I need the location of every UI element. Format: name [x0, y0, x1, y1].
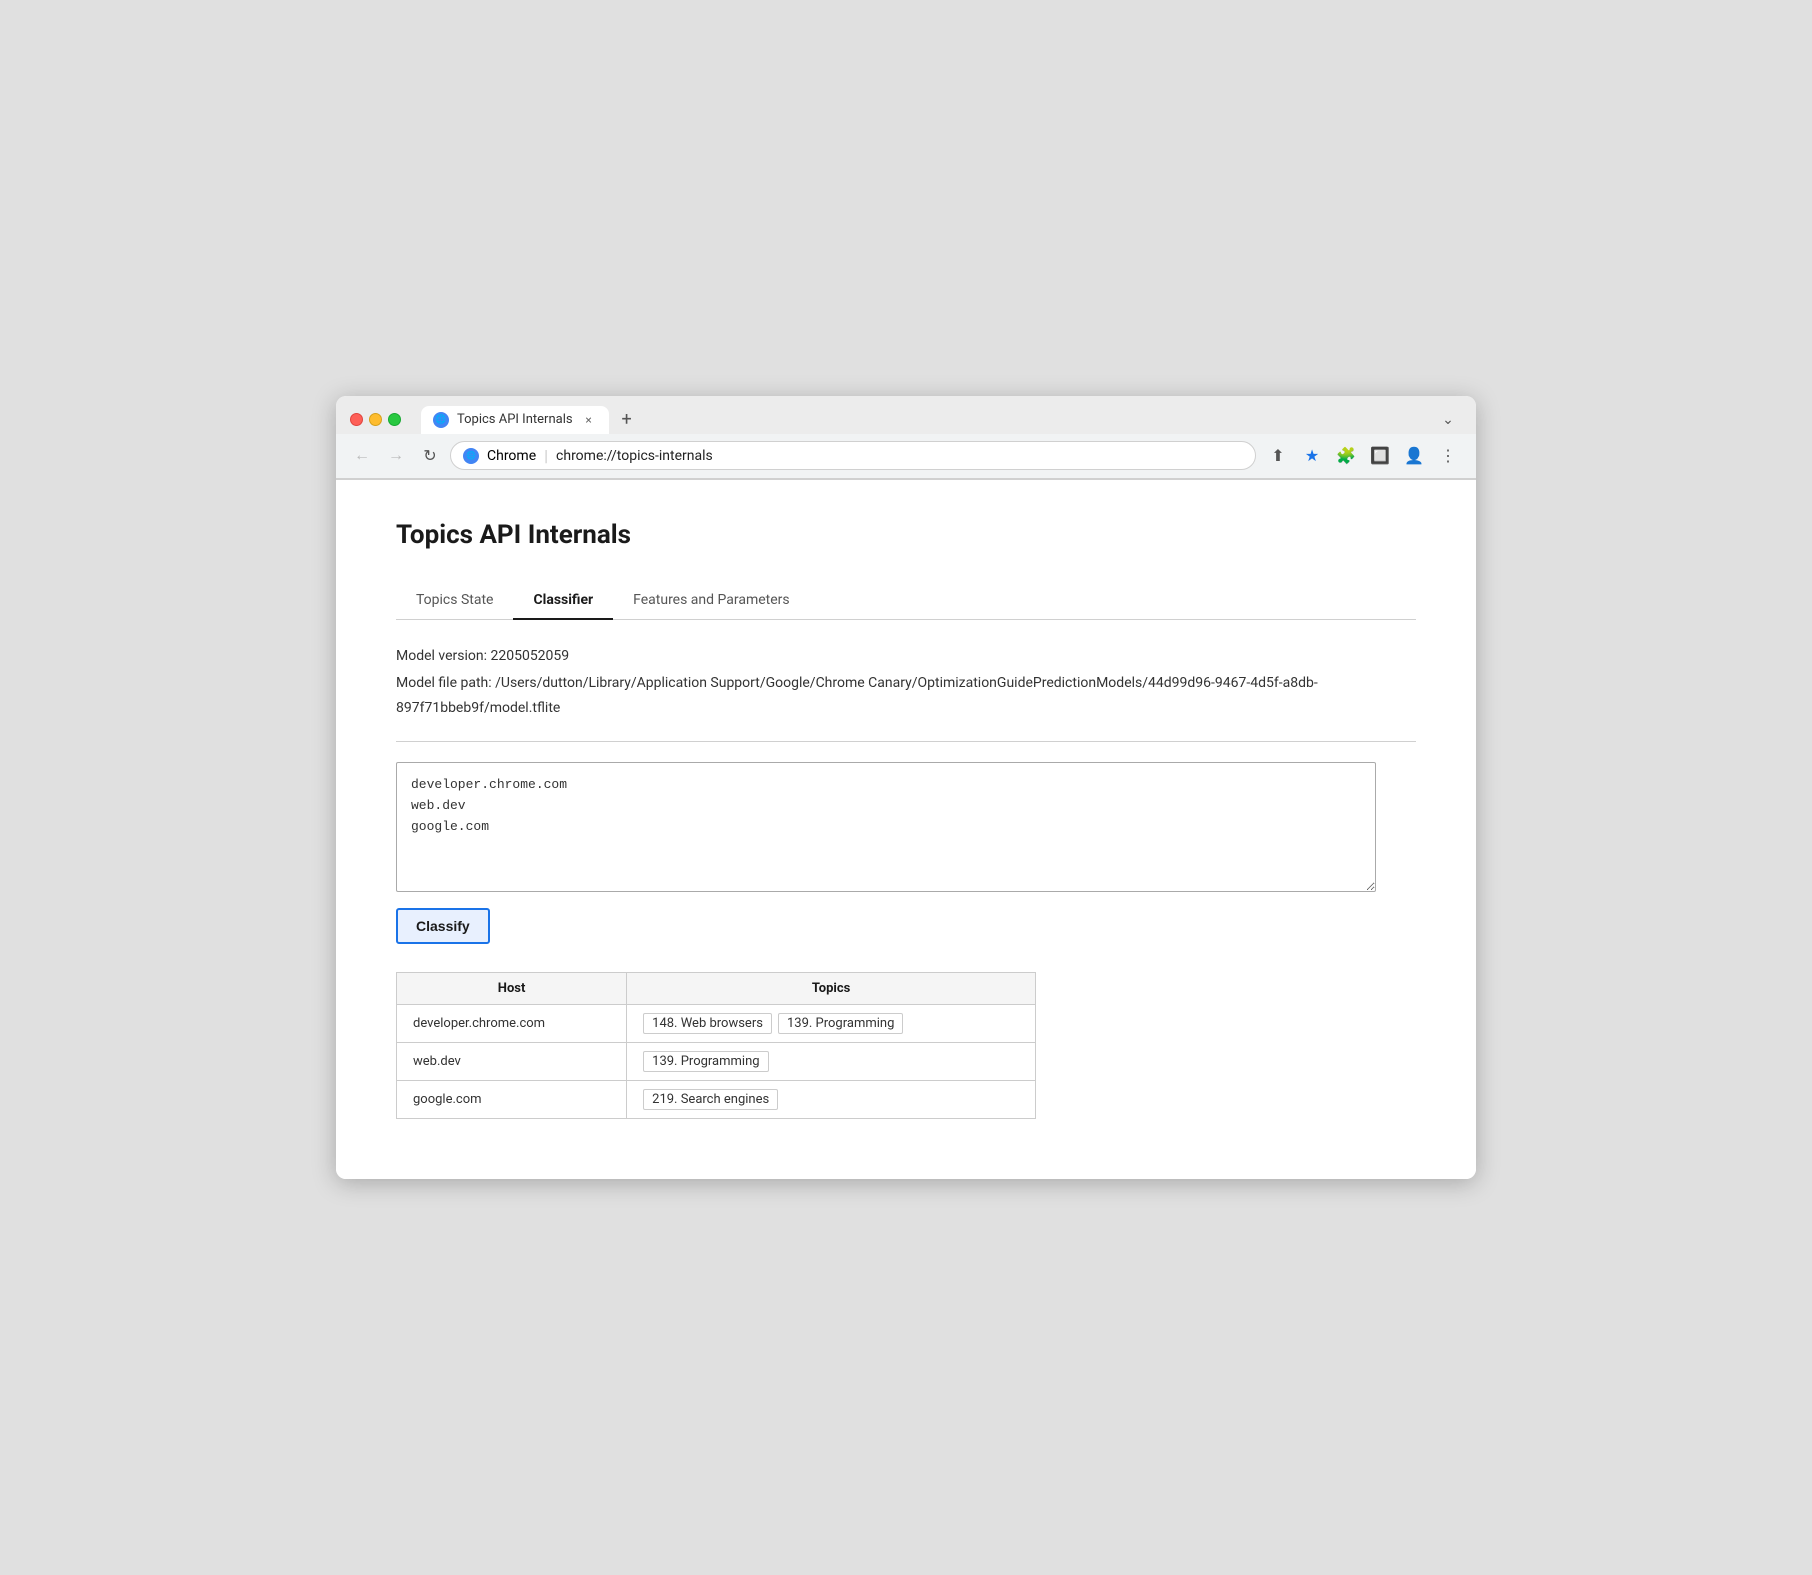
- topics-cell: 148. Web browsers 139. Programming: [643, 1013, 1019, 1034]
- tabs-container: Topics State Classifier Features and Par…: [396, 582, 1416, 620]
- tab-topics-state-label: Topics State: [416, 592, 493, 608]
- more-menu-button[interactable]: ⋮: [1432, 440, 1464, 472]
- back-button[interactable]: ←: [348, 442, 376, 470]
- title-bar: 🌐 Topics API Internals × + ⌄ ← → ↻ 🌐 Chr: [336, 396, 1476, 480]
- extensions-button[interactable]: 🧩: [1330, 440, 1362, 472]
- maximize-window-button[interactable]: [388, 413, 401, 426]
- tab-dropdown-button[interactable]: ⌄: [1434, 406, 1462, 434]
- tab-bar: 🌐 Topics API Internals × + ⌄: [421, 406, 1462, 434]
- classify-button[interactable]: Classify: [396, 908, 490, 944]
- topics-header: Topics: [627, 973, 1036, 1005]
- topics-cell: 219. Search engines: [643, 1089, 1019, 1110]
- toolbar-actions: ⬆ ★ 🧩 🔲 👤 ⋮: [1262, 440, 1464, 472]
- reload-button[interactable]: ↻: [416, 442, 444, 470]
- tab-features-params[interactable]: Features and Parameters: [613, 582, 810, 620]
- tab-topics-state[interactable]: Topics State: [396, 582, 513, 620]
- tab-classifier[interactable]: Classifier: [513, 582, 613, 620]
- table-row: google.com 219. Search engines: [397, 1081, 1036, 1119]
- table-cell-host: developer.chrome.com: [397, 1005, 627, 1043]
- table-cell-topics: 148. Web browsers 139. Programming: [627, 1005, 1036, 1043]
- table-cell-topics: 219. Search engines: [627, 1081, 1036, 1119]
- browser-window: 🌐 Topics API Internals × + ⌄ ← → ↻ 🌐 Chr: [336, 396, 1476, 1180]
- table-cell-host: web.dev: [397, 1043, 627, 1081]
- extensions-icon: 🧩: [1336, 446, 1356, 465]
- bookmark-icon: ★: [1305, 446, 1319, 465]
- cast-icon: 🔲: [1370, 446, 1390, 465]
- topic-badge: 219. Search engines: [643, 1089, 778, 1110]
- topic-badge: 139. Programming: [643, 1051, 768, 1072]
- address-chrome-label: Chrome: [487, 448, 536, 464]
- bookmark-button[interactable]: ★: [1296, 440, 1328, 472]
- classify-textarea[interactable]: developer.chrome.com web.dev google.com: [396, 762, 1376, 892]
- forward-icon: →: [388, 447, 404, 465]
- profile-icon: 👤: [1404, 446, 1424, 465]
- new-tab-button[interactable]: +: [613, 406, 641, 434]
- traffic-lights: [350, 413, 401, 426]
- address-bar[interactable]: 🌐 Chrome | chrome://topics-internals: [450, 441, 1256, 470]
- host-header: Host: [397, 973, 627, 1005]
- minimize-window-button[interactable]: [369, 413, 382, 426]
- model-info: Model version: 2205052059 Model file pat…: [396, 644, 1416, 722]
- model-file-path: Model file path: /Users/dutton/Library/A…: [396, 671, 1416, 721]
- page-content: Topics API Internals Topics State Classi…: [336, 480, 1476, 1180]
- tab-title: Topics API Internals: [457, 412, 573, 427]
- share-icon: ⬆: [1271, 446, 1284, 465]
- divider: [396, 741, 1416, 742]
- table-row: developer.chrome.com 148. Web browsers 139…: [397, 1005, 1036, 1043]
- tab-features-params-label: Features and Parameters: [633, 592, 790, 608]
- tab-close-button[interactable]: ×: [581, 412, 597, 428]
- browser-tab[interactable]: 🌐 Topics API Internals ×: [421, 406, 609, 434]
- cast-button[interactable]: 🔲: [1364, 440, 1396, 472]
- results-table: Host Topics developer.chrome.com 148. Web…: [396, 972, 1036, 1119]
- model-version: Model version: 2205052059: [396, 644, 1416, 669]
- topic-badge: 148. Web browsers: [643, 1013, 772, 1034]
- toolbar: ← → ↻ 🌐 Chrome | chrome://topics-interna…: [336, 434, 1476, 479]
- topics-cell: 139. Programming: [643, 1051, 1019, 1072]
- more-icon: ⋮: [1440, 446, 1456, 465]
- table-row: web.dev 139. Programming: [397, 1043, 1036, 1081]
- profile-button[interactable]: 👤: [1398, 440, 1430, 472]
- page-title: Topics API Internals: [396, 520, 1416, 550]
- address-separator: |: [544, 446, 548, 465]
- forward-button[interactable]: →: [382, 442, 410, 470]
- topic-badge: 139. Programming: [778, 1013, 903, 1034]
- table-cell-host: google.com: [397, 1081, 627, 1119]
- back-icon: ←: [354, 447, 370, 465]
- reload-icon: ↻: [423, 446, 436, 466]
- tab-classifier-label: Classifier: [533, 592, 593, 608]
- tab-favicon-icon: 🌐: [433, 412, 449, 428]
- share-button[interactable]: ⬆: [1262, 440, 1294, 472]
- close-window-button[interactable]: [350, 413, 363, 426]
- table-cell-topics: 139. Programming: [627, 1043, 1036, 1081]
- address-favicon-icon: 🌐: [463, 448, 479, 464]
- address-url: chrome://topics-internals: [556, 448, 713, 464]
